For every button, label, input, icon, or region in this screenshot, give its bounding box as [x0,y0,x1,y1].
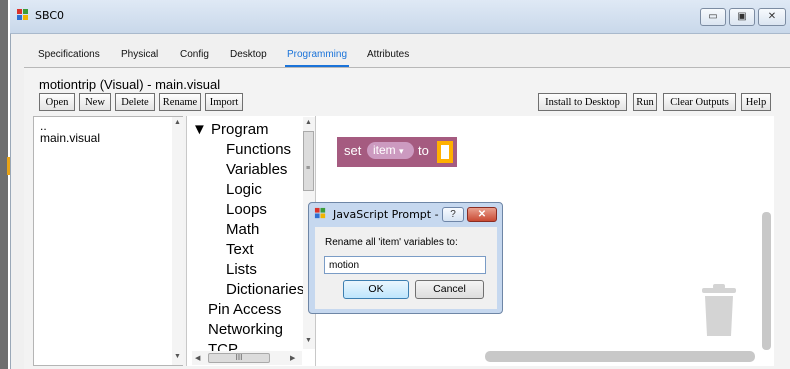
rename-button[interactable]: Rename [159,93,201,111]
block-category-tree: ▼ Program Functions Variables Logic Loop… [186,116,316,366]
cancel-button[interactable]: Cancel [415,280,484,299]
workspace-horizontal-scrollbar[interactable] [485,351,755,362]
install-to-desktop-button[interactable]: Install to Desktop [538,93,627,111]
clear-outputs-button[interactable]: Clear Outputs [663,93,736,111]
category-loops[interactable]: Loops [226,201,267,218]
variable-name-text: item [373,143,396,157]
dialog-title: JavaScript Prompt - [333,208,439,221]
category-lists[interactable]: Lists [226,261,257,278]
category-dictionaries[interactable]: Dictionaries [226,281,304,298]
category-math[interactable]: Math [226,221,259,238]
trash-icon[interactable] [699,282,739,338]
category-functions[interactable]: Functions [226,141,291,158]
dialog-close-button[interactable]: ✕ [467,207,497,222]
category-variables[interactable]: Variables [226,161,287,178]
background-strip [0,0,10,369]
workspace-vertical-scrollbar[interactable] [762,212,771,350]
category-pin-access[interactable]: Pin Access [208,301,281,318]
dialog-app-icon [314,207,326,219]
close-button[interactable]: ✕ [758,8,786,26]
category-hscroll-thumb[interactable]: III [208,353,270,363]
file-title: motiontrip (Visual) - main.visual [39,77,221,92]
dropdown-arrow-icon: ▾ [399,146,404,156]
scroll-down-arrow-icon[interactable]: ▼ [305,337,312,344]
file-item-main-visual[interactable]: main.visual [40,131,100,145]
grip-icon: ≡ [306,165,311,172]
category-program[interactable]: ▼ Program [192,121,269,138]
help-button[interactable]: Help [741,93,771,111]
minimize-button[interactable]: ▭ [700,8,726,26]
tab-programming[interactable]: Programming [284,45,350,67]
category-networking[interactable]: Networking [208,321,283,338]
file-list[interactable]: .. main.visual [33,116,183,366]
new-button[interactable]: New [79,93,111,111]
tab-specifications[interactable]: Specifications [38,45,100,65]
ok-button[interactable]: OK [343,280,409,299]
open-button[interactable]: Open [39,93,75,111]
dialog-prompt-text: Rename all 'item' variables to: [325,237,458,248]
tab-attributes[interactable]: Attributes [367,45,409,65]
scroll-down-arrow-icon[interactable]: ▼ [174,353,181,360]
tab-physical[interactable]: Physical [121,45,158,65]
tab-desktop[interactable]: Desktop [230,45,267,65]
rename-variable-input[interactable] [324,256,486,274]
file-list-scrollbar[interactable]: ▲ ▼ [172,117,183,365]
tab-bar: Specifications Physical Config Desktop P… [24,45,790,67]
title-bar[interactable] [10,0,790,34]
category-scroll-thumb[interactable] [303,131,314,191]
scroll-up-arrow-icon[interactable]: ▲ [174,119,181,126]
delete-button[interactable]: Delete [115,93,155,111]
scroll-right-arrow-icon[interactable]: ▶ [290,354,295,362]
maximize-button[interactable]: ▣ [729,8,755,26]
scroll-left-arrow-icon[interactable]: ◀ [195,354,200,362]
block-set-label: set [344,143,362,158]
dialog-help-button[interactable]: ? [442,207,464,222]
app-icon [17,9,28,20]
block-to-label: to [418,143,429,158]
import-button[interactable]: Import [205,93,243,111]
category-text[interactable]: Text [226,241,254,258]
window-title: SBC0 [35,9,65,22]
scroll-up-arrow-icon[interactable]: ▲ [305,119,312,126]
run-button[interactable]: Run [633,93,657,111]
category-logic[interactable]: Logic [226,181,262,198]
variable-name: item ▾ [373,143,404,157]
tab-config[interactable]: Config [180,45,209,65]
